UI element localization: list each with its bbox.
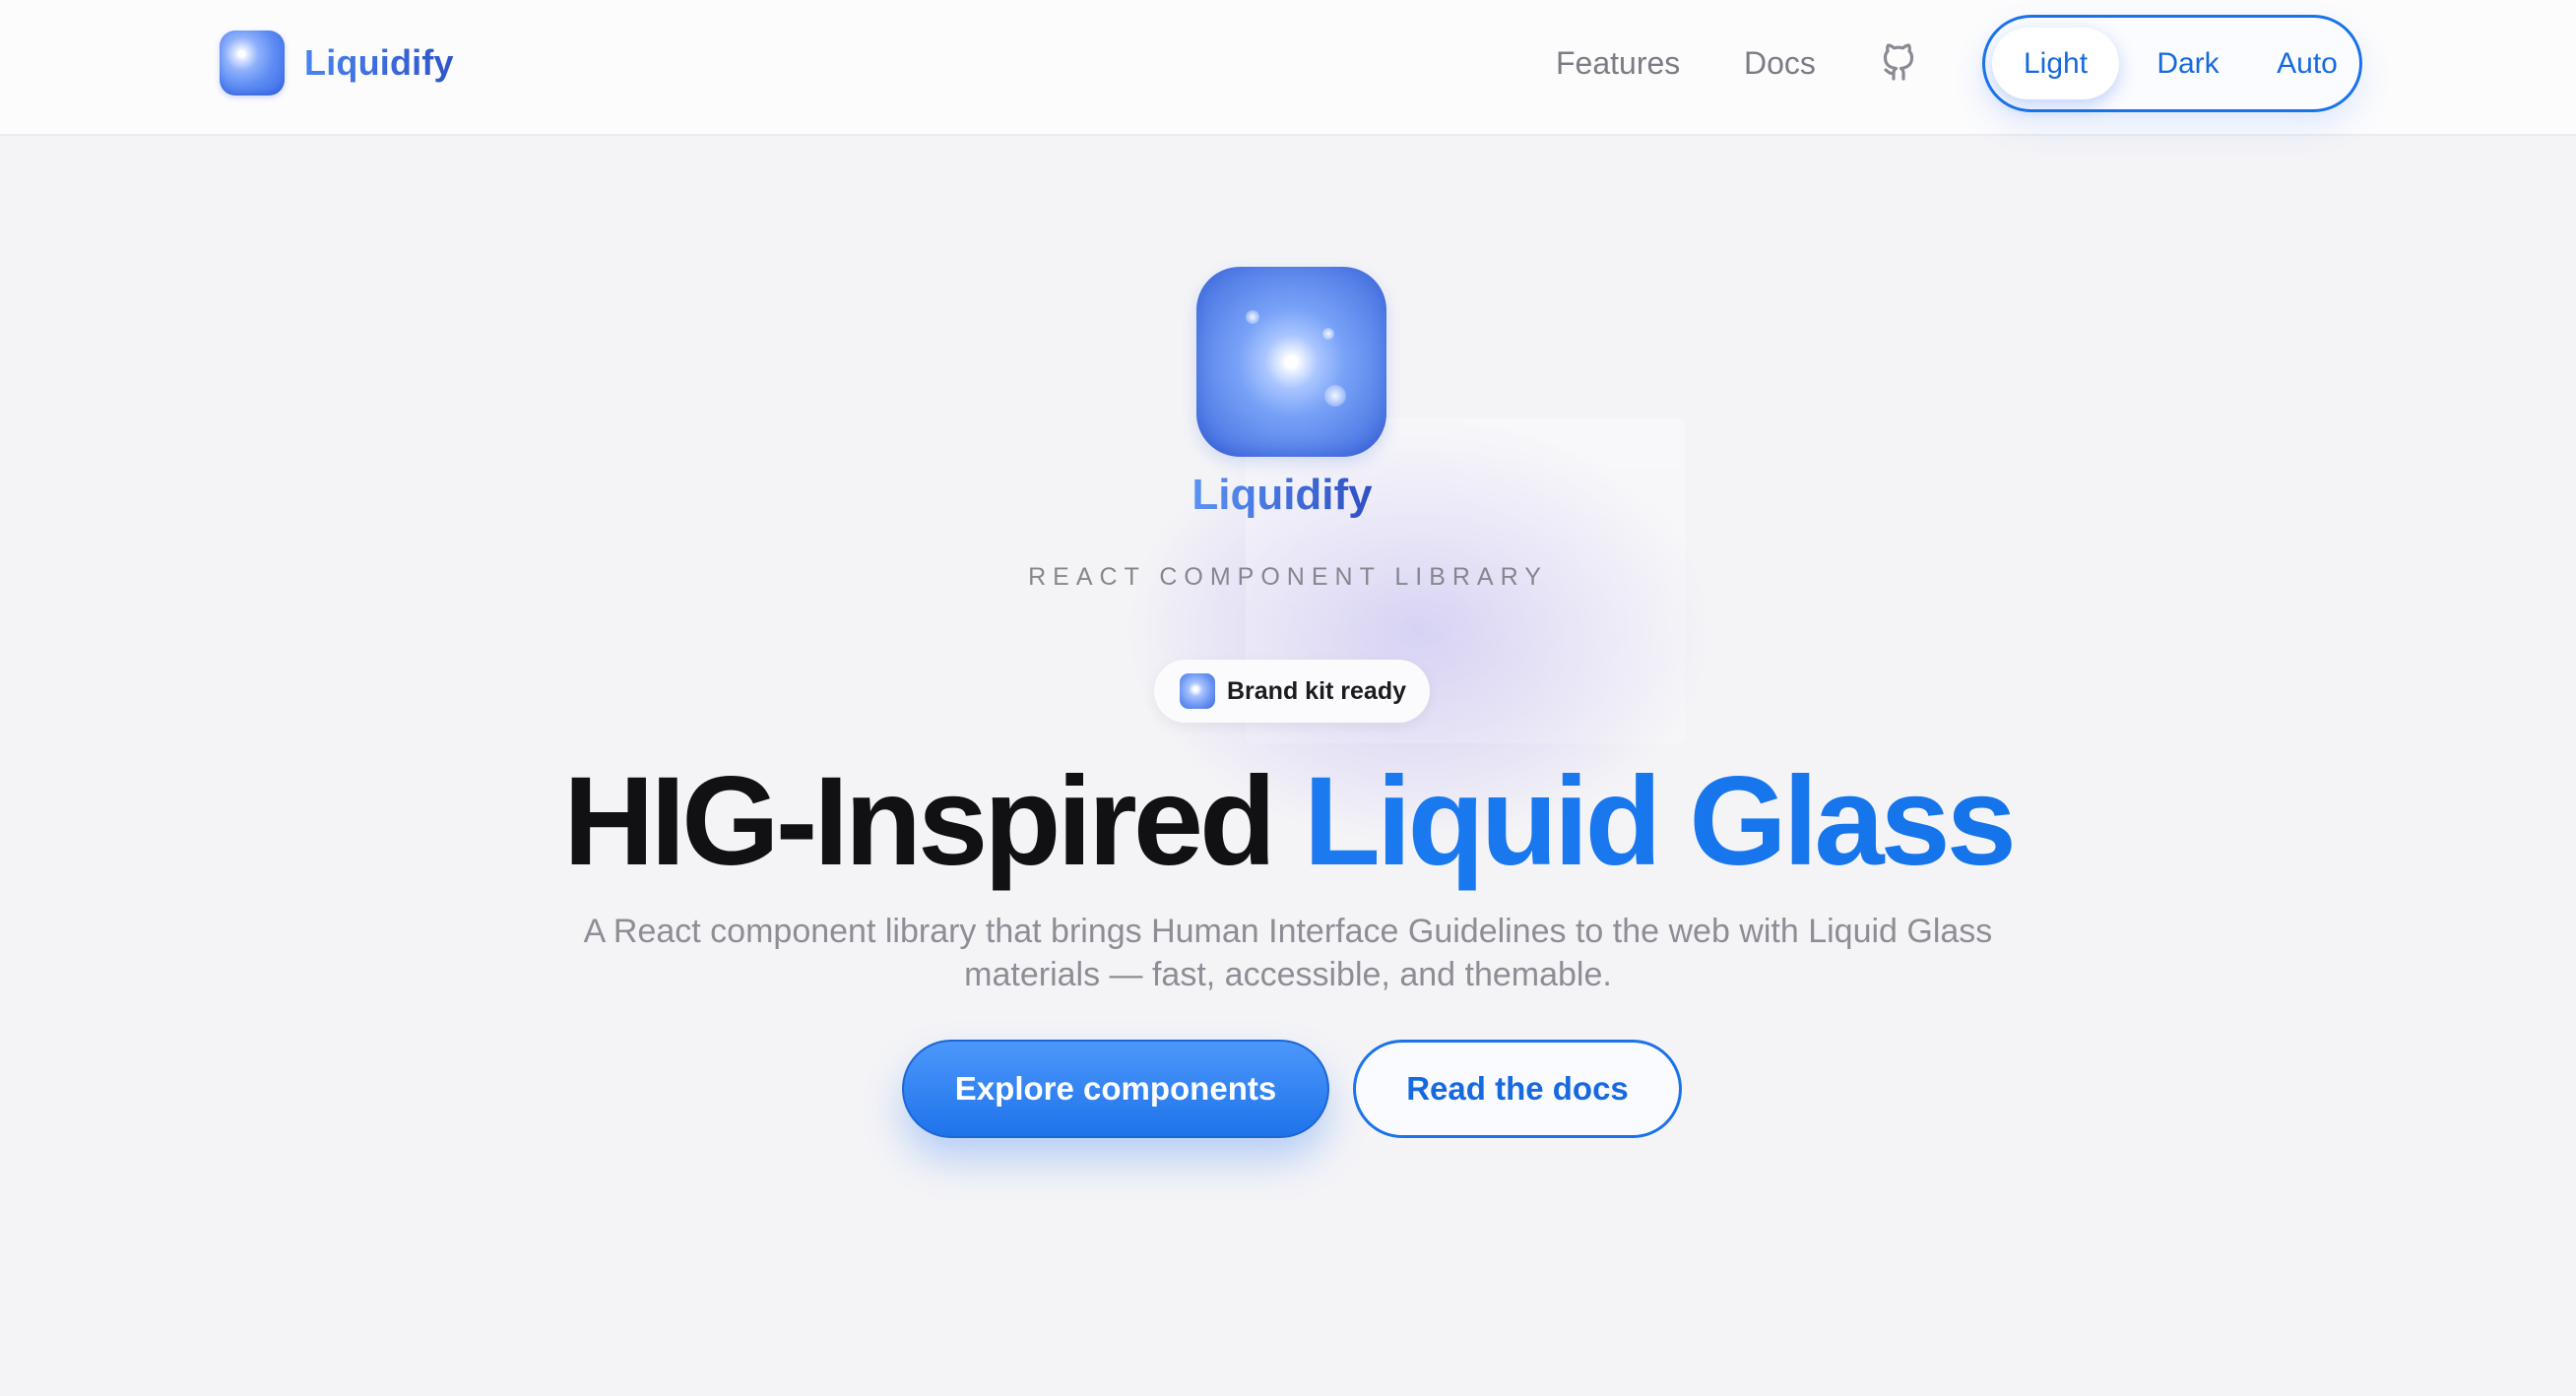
- logo-sparkle: [1246, 310, 1259, 324]
- logo-sparkle: [1322, 328, 1334, 340]
- theme-option-auto[interactable]: Auto: [2253, 28, 2361, 99]
- brand-kit-badge: Brand kit ready: [1154, 660, 1430, 723]
- top-navigation: Liquidify Features Docs Light Dark Auto: [0, 0, 2576, 136]
- github-icon[interactable]: [1879, 39, 1918, 83]
- headline-accent: Liquid Glass: [1303, 751, 2017, 892]
- hero-logo-icon: [1196, 267, 1386, 457]
- nav-link-docs[interactable]: Docs: [1744, 41, 1816, 85]
- read-docs-button[interactable]: Read the docs: [1353, 1040, 1682, 1138]
- explore-components-button[interactable]: Explore components: [902, 1040, 1329, 1138]
- hero-headline: HIG-Inspired Liquid Glass: [0, 748, 2576, 896]
- headline-plain: HIG-Inspired: [563, 751, 1276, 892]
- theme-option-dark[interactable]: Dark: [2129, 28, 2247, 99]
- theme-toggle: Light Dark Auto: [1982, 15, 2362, 112]
- logo-sparkle: [1324, 385, 1346, 407]
- brand-kit-icon: [1180, 673, 1215, 709]
- liquidify-logo-icon: [220, 31, 285, 95]
- eyebrow-label: REACT COMPONENT LIBRARY: [1028, 563, 1548, 591]
- brand-link[interactable]: Liquidify: [220, 31, 454, 95]
- hero-subtitle: A React component library that brings Hu…: [583, 913, 1993, 993]
- brand-name: Liquidify: [304, 42, 454, 83]
- badge-label: Brand kit ready: [1227, 676, 1407, 705]
- hero-brand-text: Liquidify: [1191, 471, 1373, 519]
- hero-brand-name: Liquidify: [0, 471, 2576, 520]
- nav-link-features[interactable]: Features: [1556, 41, 1680, 85]
- theme-option-light[interactable]: Light: [1992, 28, 2119, 99]
